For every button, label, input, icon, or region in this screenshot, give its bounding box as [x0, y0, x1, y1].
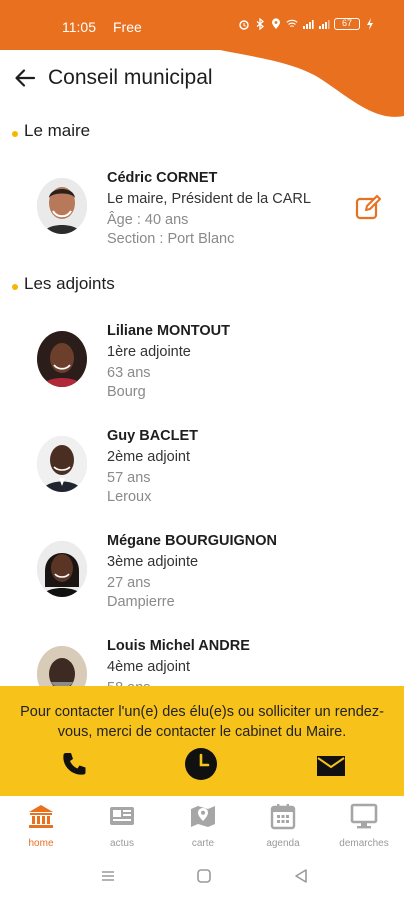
- section-title-mayor: Le maire: [12, 121, 90, 141]
- clock-icon[interactable]: [184, 747, 218, 781]
- home-button-icon[interactable]: [196, 868, 212, 884]
- person-role: 3ème adjointe: [107, 554, 199, 570]
- edit-icon[interactable]: [355, 194, 383, 220]
- avatar: [37, 436, 87, 492]
- contact-text: Pour contacter l'un(e) des élu(e)s ou so…: [20, 704, 384, 740]
- person-section: Leroux: [107, 489, 152, 505]
- map-icon: [191, 806, 215, 827]
- mail-icon[interactable]: [316, 754, 346, 778]
- nav-label: home: [28, 838, 54, 849]
- nav-label: agenda: [266, 838, 300, 849]
- person-section: Section : Port Blanc: [107, 231, 235, 247]
- signal-icon-2: [319, 20, 330, 29]
- person-role: Le maire, Président de la CARL: [107, 191, 311, 207]
- bullet-dot: [12, 131, 18, 137]
- monitor-icon: [350, 803, 378, 829]
- deputy-card[interactable]: Mégane BOURGUIGNON 3ème adjointe 27 ans …: [0, 523, 404, 623]
- person-name: Guy BACLET: [107, 428, 199, 444]
- person-role: 4ème adjoint: [107, 659, 191, 675]
- deputy-card[interactable]: Guy BACLET 2ème adjoint 57 ans Leroux: [0, 418, 404, 518]
- news-icon: [110, 807, 134, 825]
- person-age: 27 ans: [107, 575, 151, 591]
- person-name: Louis Michel ANDRE: [107, 638, 250, 654]
- person-name: Liliane MONTOUT: [107, 323, 230, 339]
- section-title-deputies: Les adjoints: [12, 274, 115, 294]
- avatar: [37, 178, 87, 234]
- app-header: Conseil municipal: [14, 66, 213, 90]
- person-section: Bourg: [107, 384, 146, 400]
- bullet-dot: [12, 284, 18, 290]
- avatar: [37, 331, 87, 387]
- back-arrow-icon[interactable]: [14, 67, 36, 89]
- page-title: Conseil municipal: [48, 66, 213, 89]
- nav-item-actus[interactable]: actus: [82, 802, 162, 849]
- wifi-icon: [286, 19, 298, 28]
- back-triangle-icon[interactable]: [293, 868, 309, 884]
- person-name: Cédric CORNET: [107, 170, 218, 186]
- status-carrier: Free: [113, 19, 142, 35]
- section-title-mayor-label: Le maire: [24, 121, 91, 140]
- person-role: 1ère adjointe: [107, 344, 191, 360]
- calendar-icon: [270, 804, 296, 830]
- person-age: 57 ans: [107, 470, 151, 486]
- building-icon: [29, 805, 53, 828]
- location-icon: [272, 18, 280, 29]
- phone-icon[interactable]: [60, 750, 88, 778]
- signal-icon: [303, 20, 314, 29]
- nav-item-home[interactable]: home: [1, 802, 81, 849]
- section-title-deputies-label: Les adjoints: [24, 274, 115, 293]
- person-age: 63 ans: [107, 365, 151, 381]
- alarm-icon: [239, 20, 249, 30]
- nav-label: demarches: [339, 838, 389, 849]
- nav-item-agenda[interactable]: agenda: [243, 802, 323, 849]
- charging-icon: [367, 18, 373, 30]
- nav-item-demarches[interactable]: demarches: [324, 802, 404, 849]
- status-icons: 67: [238, 18, 376, 30]
- deputy-card[interactable]: Liliane MONTOUT 1ère adjointe 63 ans Bou…: [0, 313, 404, 413]
- person-age: Âge : 40 ans: [107, 212, 189, 228]
- nav-label: actus: [110, 838, 134, 849]
- person-role: 2ème adjoint: [107, 449, 191, 465]
- bluetooth-icon: [256, 18, 265, 30]
- nav-item-carte[interactable]: carte: [163, 802, 243, 849]
- person-name: Mégane BOURGUIGNON: [107, 533, 277, 549]
- avatar: [37, 541, 87, 597]
- person-section: Dampierre: [107, 594, 175, 610]
- recent-apps-icon[interactable]: [100, 868, 116, 884]
- bottom-nav: home actus carte agenda demarches: [0, 796, 404, 854]
- nav-label: carte: [191, 838, 215, 849]
- status-time: 11:05: [62, 19, 96, 35]
- system-nav-bar: [0, 856, 404, 900]
- battery-indicator: 67: [334, 18, 360, 30]
- mayor-card[interactable]: Cédric CORNET Le maire, Président de la …: [0, 160, 404, 260]
